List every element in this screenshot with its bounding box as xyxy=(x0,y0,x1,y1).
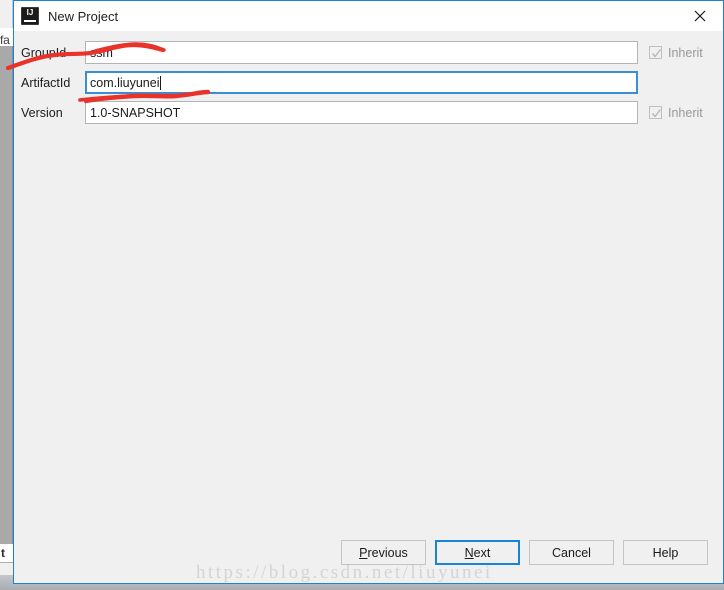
groupid-value: ssm xyxy=(90,45,113,60)
desktop-backdrop-left xyxy=(0,575,13,590)
dialog-form-area: GroupId ssm Inherit ArtifactId com.liuyu… xyxy=(14,32,723,529)
checkbox-checked-icon xyxy=(649,46,662,59)
checkbox-checked-icon xyxy=(649,106,662,119)
previous-label-rest: revious xyxy=(367,545,408,560)
dialog-title: New Project xyxy=(48,8,119,24)
background-editor-area xyxy=(0,46,13,544)
groupid-inherit-checkbox[interactable]: Inherit xyxy=(649,46,703,60)
artifactid-label: ArtifactId xyxy=(21,75,71,90)
new-project-dialog: IJ New Project GroupId ssm Inherit Artif… xyxy=(13,0,724,584)
artifactid-value: com.liuyunei xyxy=(90,75,160,90)
close-icon[interactable] xyxy=(677,1,723,31)
form-row-artifactid: ArtifactId com.liuyunei xyxy=(14,70,638,95)
version-inherit-checkbox[interactable]: Inherit xyxy=(649,106,703,120)
next-label-rest: ext xyxy=(473,545,491,560)
background-editor-tab-label: fa xyxy=(0,33,10,47)
groupid-label: GroupId xyxy=(21,45,67,60)
version-label: Version xyxy=(21,105,63,120)
form-row-groupid: GroupId ssm Inherit xyxy=(14,40,703,65)
background-status-label: t xyxy=(1,546,5,560)
version-inherit-label: Inherit xyxy=(668,105,703,120)
help-button[interactable]: Help xyxy=(623,540,708,565)
intellij-idea-icon: IJ xyxy=(21,7,39,25)
next-mnemonic: N xyxy=(464,545,474,560)
screen: fa t IJ New Project GroupId ssm Inherit … xyxy=(0,0,724,590)
previous-mnemonic: P xyxy=(359,545,368,560)
form-row-version: Version 1.0-SNAPSHOT Inherit xyxy=(14,100,703,125)
desktop-backdrop xyxy=(0,583,724,590)
dialog-titlebar: IJ New Project xyxy=(14,1,723,32)
watermark-text: https://blog.csdn.net/liuyunei xyxy=(196,562,493,583)
background-toolbar xyxy=(0,0,13,28)
text-caret xyxy=(160,75,162,90)
groupid-input[interactable]: ssm xyxy=(85,41,638,64)
version-value: 1.0-SNAPSHOT xyxy=(90,105,181,120)
cancel-button[interactable]: Cancel xyxy=(529,540,614,565)
groupid-inherit-label: Inherit xyxy=(668,45,703,60)
version-input[interactable]: 1.0-SNAPSHOT xyxy=(85,101,638,124)
artifactid-input[interactable]: com.liuyunei xyxy=(85,71,638,94)
